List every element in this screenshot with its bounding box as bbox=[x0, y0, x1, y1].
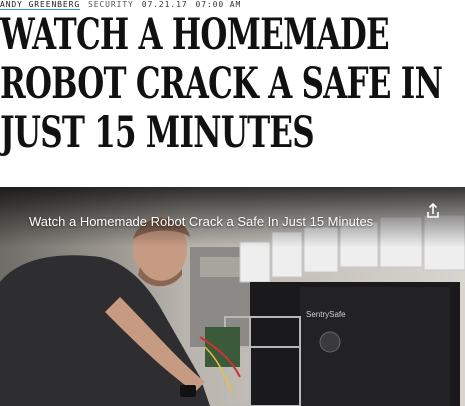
author-link[interactable]: ANDY GREENBERG bbox=[0, 0, 81, 10]
publish-time: 07:00 AM bbox=[195, 0, 242, 9]
byline: ANDY GREENBERG SECURITY 07.21.17 07:00 AM bbox=[0, 0, 465, 10]
share-button[interactable] bbox=[423, 201, 443, 221]
article-headline: WATCH A HOMEMADE ROBOT CRACK A SAFE IN J… bbox=[0, 10, 443, 158]
publish-date: 07.21.17 bbox=[141, 0, 188, 9]
section-label[interactable]: SECURITY bbox=[88, 0, 134, 9]
video-player[interactable]: SentrySafe Watch a Homemade Robot Crack … bbox=[0, 187, 465, 406]
share-icon bbox=[427, 202, 439, 218]
video-title[interactable]: Watch a Homemade Robot Crack a Safe In J… bbox=[29, 214, 373, 229]
safe-brand-label: SentrySafe bbox=[306, 310, 346, 319]
